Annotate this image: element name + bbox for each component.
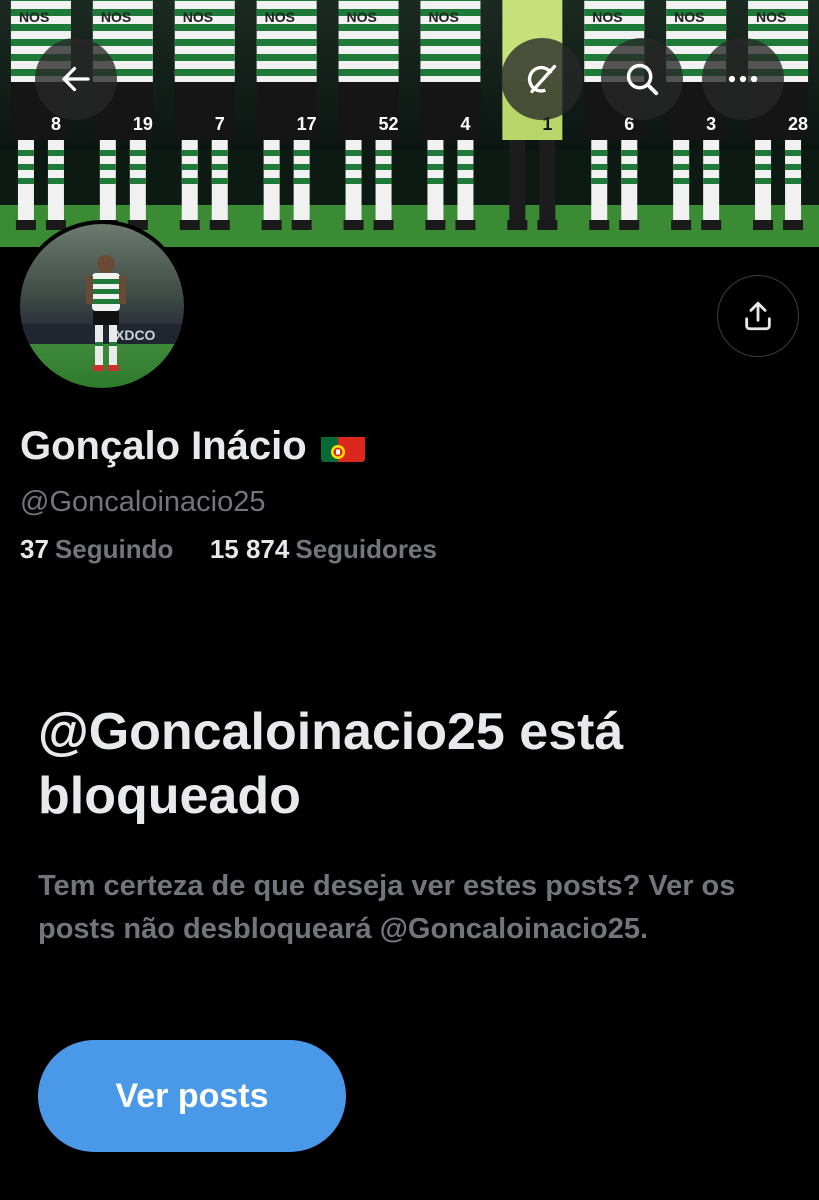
grok-slash-icon (527, 64, 557, 94)
banner-sponsor-text: NOS (756, 9, 786, 25)
back-button[interactable] (35, 38, 117, 120)
banner-jersey-number: 8 (51, 114, 61, 134)
profile-handle: @Goncaloinacio25 (20, 486, 266, 518)
following-count: 37 (20, 534, 49, 564)
profile-avatar[interactable]: XDCO (16, 220, 188, 392)
share-icon (745, 301, 771, 331)
grok-button[interactable] (501, 38, 583, 120)
banner-jersey-number: 7 (215, 114, 225, 134)
arrow-left-icon (62, 66, 90, 92)
banner-sponsor-text: NOS (428, 9, 458, 25)
blocked-title: @Goncaloinacio25 está bloqueado (38, 703, 624, 825)
banner-jersey-number: 52 (379, 114, 399, 134)
banner-jersey-number: 3 (706, 114, 716, 134)
portugal-flag-icon (320, 432, 365, 462)
followers-label: Seguidores (295, 534, 437, 564)
profile-stats: 37 Seguindo 15 874 Seguidores (20, 534, 437, 565)
banner-image: 8NOS19NOS7NOS17NOS52NOS4NOS1 6NOS3NOS28NO… (0, 0, 819, 247)
banner-sponsor-text: NOS (592, 9, 622, 25)
search-button[interactable] (601, 38, 683, 120)
more-horizontal-icon (728, 75, 758, 83)
profile-name: Gonçalo Inácio (20, 424, 365, 469)
banner-sponsor-text: NOS (265, 9, 295, 25)
more-button[interactable] (702, 38, 784, 120)
banner-jersey-number: 19 (133, 114, 153, 134)
view-posts-button[interactable]: Ver posts (38, 1040, 346, 1152)
banner-board (0, 150, 819, 205)
followers-link[interactable]: 15 874 Seguidores (210, 534, 437, 564)
banner-sponsor-text: NOS (674, 9, 704, 25)
profile-name-text: Gonçalo Inácio (20, 424, 307, 468)
share-button[interactable] (717, 275, 799, 357)
banner-sponsor-text: NOS (101, 9, 131, 25)
avatar-image: XDCO (20, 224, 184, 388)
banner-sponsor-text: NOS (19, 9, 49, 25)
following-label: Seguindo (54, 534, 174, 564)
banner-jersey-number: 28 (788, 114, 808, 134)
banner-jersey-number: 17 (297, 114, 317, 134)
banner-sponsor-text: NOS (347, 9, 377, 25)
followers-count: 15 874 (209, 534, 290, 564)
svg-text:XDCO: XDCO (115, 327, 156, 343)
banner-jersey-number: 4 (460, 114, 470, 134)
banner-sponsor-text: NOS (183, 9, 213, 25)
blocked-description: Tem certeza de que deseja ver estes post… (38, 870, 736, 945)
search-icon (626, 63, 659, 96)
following-link[interactable]: 37 Seguindo (20, 534, 181, 564)
profile-banner[interactable]: 8 NOS 19 NOS 7 NOS 17 NOS 52 NOS 4 NOS 1 6 NOS 3 NOS 28 NO… (0, 0, 819, 247)
